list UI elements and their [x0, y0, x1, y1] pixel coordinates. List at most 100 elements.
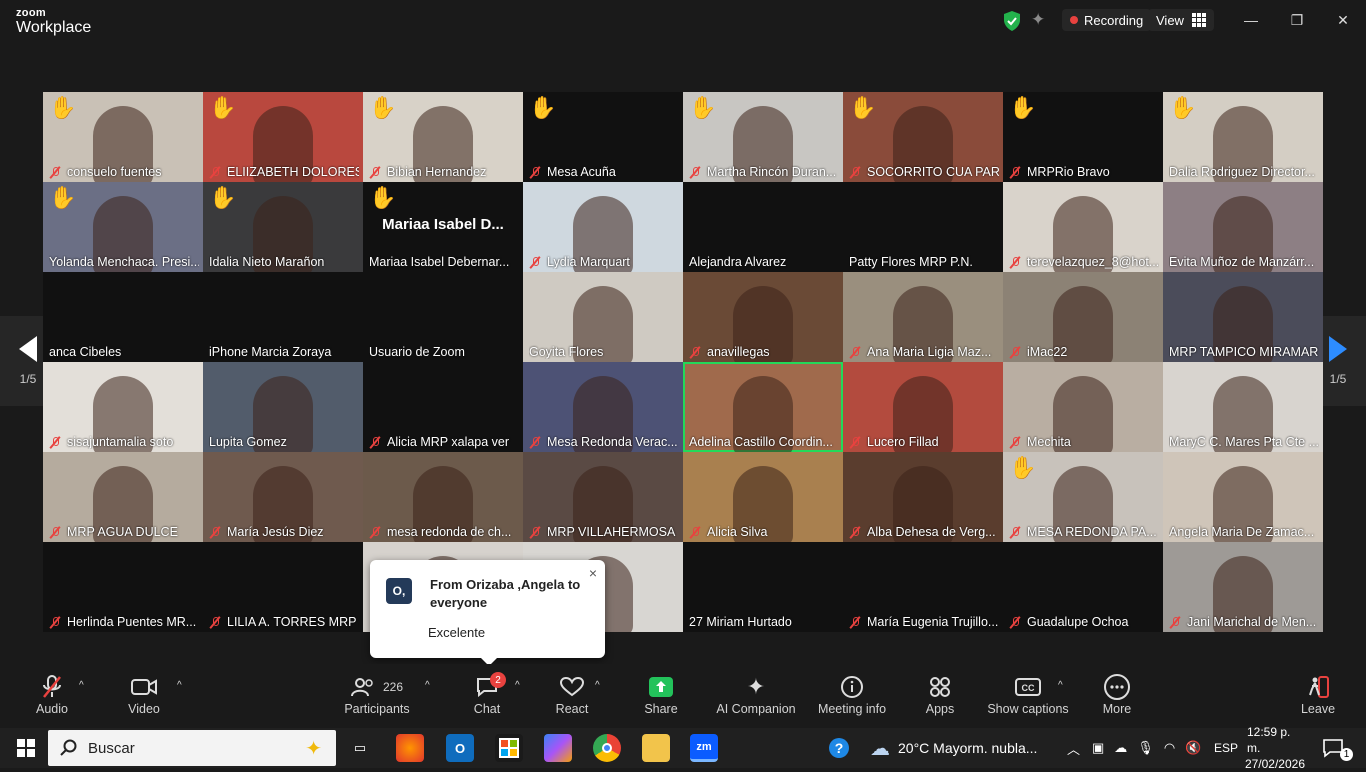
tray-chevron-icon[interactable]: ︿: [1067, 728, 1080, 768]
participant-tile[interactable]: Usuario de Zoom: [363, 272, 523, 362]
participant-tile[interactable]: Alicia MRP xalapa ver: [363, 362, 523, 452]
participant-tile[interactable]: ✋ Bibian Hernandez: [363, 92, 523, 182]
participant-tile[interactable]: Guadalupe Ochoa: [1003, 542, 1163, 632]
participant-tile[interactable]: Jani Marichal de Men...: [1163, 542, 1323, 632]
participant-name: MaryC C. Mares Pta Cte ...: [1169, 435, 1319, 449]
participant-tile[interactable]: Ana Maria Ligia Maz...: [843, 272, 1003, 362]
weather-widget[interactable]: ☁ 20°C Mayorm. nubla...: [870, 728, 1037, 768]
participant-tile[interactable]: 27 Miriam Hurtado: [683, 542, 843, 632]
firefox-icon[interactable]: [396, 734, 424, 762]
file-explorer-icon[interactable]: [642, 734, 670, 762]
participant-tile[interactable]: ✋ consuelo fuentes: [43, 92, 203, 182]
chat-caret-icon[interactable]: ^: [515, 680, 520, 691]
chrome-icon[interactable]: [593, 734, 621, 762]
view-button[interactable]: View: [1148, 9, 1214, 31]
react-label: React: [555, 702, 589, 716]
participant-tile[interactable]: Mariaa Isabel D... ✋ Mariaa Isabel Deberna…: [363, 182, 523, 272]
audio-caret-icon[interactable]: ^: [79, 680, 84, 691]
participant-tile[interactable]: Patty Flores MRP P.N.: [843, 182, 1003, 272]
leave-button[interactable]: Leave: [1300, 674, 1336, 724]
participant-tile[interactable]: MRP AGUA DULCE: [43, 452, 203, 542]
participant-tile[interactable]: ✋ Martha Rincón Duran...: [683, 92, 843, 182]
participant-tile[interactable]: Adelina Castillo Coordin...: [683, 362, 843, 452]
help-icon[interactable]: ?: [828, 728, 852, 768]
participant-tile[interactable]: Alejandra Alvarez: [683, 182, 843, 272]
participant-tile[interactable]: ✋ ELIIZABETH DOLORES...: [203, 92, 363, 182]
participant-tile[interactable]: ✋ MRPRio Bravo: [1003, 92, 1163, 182]
outlook-icon[interactable]: O: [446, 734, 474, 762]
copilot-icon[interactable]: [544, 734, 572, 762]
language-indicator[interactable]: ESP: [1214, 728, 1238, 768]
sparkle-icon[interactable]: ✦: [1031, 10, 1045, 30]
clock[interactable]: 12:59 p. m. 27/02/2026: [1245, 725, 1305, 771]
close-icon[interactable]: ×: [589, 565, 597, 581]
participant-tile[interactable]: MRP VILLAHERMOSA: [523, 452, 683, 542]
participant-tile[interactable]: anca Cibeles: [43, 272, 203, 362]
participant-tile[interactable]: Alicia Silva: [683, 452, 843, 542]
share-button[interactable]: Share: [643, 674, 679, 724]
audio-button[interactable]: Audio: [34, 674, 70, 724]
video-button[interactable]: Video: [126, 674, 162, 724]
participants-button[interactable]: 226 Participants: [344, 674, 410, 724]
minimize-button[interactable]: —: [1236, 8, 1266, 32]
participant-tile[interactable]: María Eugenia Trujillo...: [843, 542, 1003, 632]
participant-tile[interactable]: sisajuntamalia soto: [43, 362, 203, 452]
participant-tile[interactable]: MaryC C. Mares Pta Cte ...: [1163, 362, 1323, 452]
chat-button[interactable]: 2 Chat: [470, 672, 506, 724]
zoom-taskbar-icon[interactable]: zm: [690, 734, 718, 762]
participant-tile[interactable]: ✋ MESA REDONDA PA...: [1003, 452, 1163, 542]
raised-hand-icon: ✋: [689, 95, 717, 120]
store-icon[interactable]: [495, 734, 523, 762]
captions-caret-icon[interactable]: ^: [1058, 680, 1063, 691]
participant-tile[interactable]: Evita Muñoz de Manzárr...: [1163, 182, 1323, 272]
participant-tile[interactable]: Lucero Fillad: [843, 362, 1003, 452]
participant-tile[interactable]: Lupita Gomez: [203, 362, 363, 452]
participant-tile[interactable]: Goyita Flores: [523, 272, 683, 362]
windows-start-icon[interactable]: [12, 734, 40, 762]
ai-companion-button[interactable]: ✦ AI Companion: [714, 674, 798, 724]
video-caret-icon[interactable]: ^: [177, 680, 182, 691]
taskbar-search[interactable]: Buscar ✦: [48, 730, 336, 766]
participant-tile[interactable]: ✋ Mesa Acuña: [523, 92, 683, 182]
participants-caret-icon[interactable]: ^: [425, 680, 430, 691]
participant-name: Patty Flores MRP P.N.: [849, 255, 999, 269]
app-logo: Workplace: [16, 19, 92, 36]
participant-tile[interactable]: ✋ SOCORRITO CUA PAR...: [843, 92, 1003, 182]
participant-tile[interactable]: Mesa Redonda Verac...: [523, 362, 683, 452]
tray-icons[interactable]: ▣ ☁ 🎙 ◠ 🔇: [1092, 728, 1201, 768]
record-dot-icon: [1070, 16, 1078, 24]
participant-name-text: Lucero Fillad: [867, 435, 939, 449]
notification-icon[interactable]: 1: [1322, 728, 1353, 768]
participant-tile[interactable]: Mechita: [1003, 362, 1163, 452]
participant-tile[interactable]: ✋ Yolanda Menchaca. Presi...: [43, 182, 203, 272]
react-caret-icon[interactable]: ^: [595, 680, 600, 691]
meeting-info-button[interactable]: Meeting info: [814, 674, 890, 724]
shield-icon[interactable]: [1003, 11, 1021, 31]
chat-message: Excelente: [428, 625, 486, 640]
recording-indicator[interactable]: Recording: [1062, 9, 1152, 31]
heart-icon: [560, 674, 584, 700]
participant-tile[interactable]: terevelazquez_8@hot...: [1003, 182, 1163, 272]
participant-tile[interactable]: Herlinda Puentes MR...: [43, 542, 203, 632]
participant-tile[interactable]: ✋ Dalia Rodriguez Director...: [1163, 92, 1323, 182]
participant-tile[interactable]: iMac22: [1003, 272, 1163, 362]
react-button[interactable]: React: [554, 674, 590, 724]
participant-tile[interactable]: Lydia Marquart: [523, 182, 683, 272]
chat-notification[interactable]: O, From Orizaba ,Angela to everyone Exce…: [370, 560, 605, 666]
participant-tile[interactable]: Alba Dehesa de Verg...: [843, 452, 1003, 542]
participant-tile[interactable]: LILIA A. TORRES MRP ...: [203, 542, 363, 632]
mic-muted-icon: [849, 526, 861, 538]
participant-tile[interactable]: ✋ Idalia Nieto Marañon: [203, 182, 363, 272]
participant-tile[interactable]: María Jesús Diez: [203, 452, 363, 542]
maximize-button[interactable]: ❐: [1282, 8, 1312, 32]
participant-tile[interactable]: anavillegas: [683, 272, 843, 362]
more-button[interactable]: More: [1099, 674, 1135, 724]
close-button[interactable]: ✕: [1328, 8, 1358, 32]
participant-tile[interactable]: MRP TAMPICO MIRAMAR: [1163, 272, 1323, 362]
apps-button[interactable]: Apps: [920, 674, 960, 724]
participant-tile[interactable]: mesa redonda de ch...: [363, 452, 523, 542]
chat-icon: 2: [476, 672, 506, 700]
participant-tile[interactable]: Angela Maria De Zamac...: [1163, 452, 1323, 542]
task-view-icon[interactable]: ▭: [346, 734, 374, 762]
participant-tile[interactable]: iPhone Marcia Zoraya: [203, 272, 363, 362]
